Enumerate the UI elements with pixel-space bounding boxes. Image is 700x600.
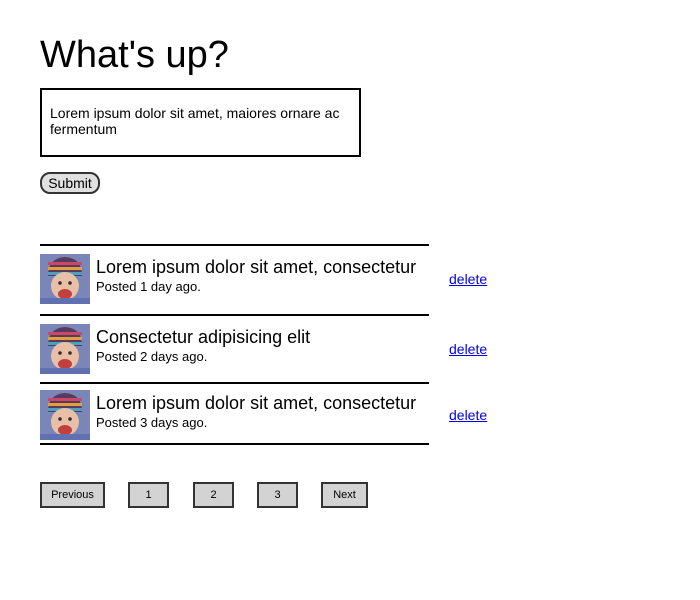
- delete-link[interactable]: delete: [449, 270, 487, 288]
- delete-link[interactable]: delete: [449, 340, 487, 358]
- post-timestamp: Posted 2 days ago.: [96, 349, 208, 364]
- previous-page-button[interactable]: Previous: [40, 482, 105, 508]
- post-timestamp: Posted 3 days ago.: [96, 415, 208, 430]
- submit-button[interactable]: Submit: [40, 172, 100, 194]
- delete-link[interactable]: delete: [449, 406, 487, 424]
- list-item: Lorem ipsum dolor sit amet, consectetur …: [40, 254, 500, 304]
- post-title: Lorem ipsum dolor sit amet, consectetur: [96, 257, 417, 277]
- page-title: What's up?: [40, 34, 229, 76]
- divider: [40, 314, 429, 316]
- post-timestamp: Posted 1 day ago.: [96, 279, 201, 294]
- page-1-button[interactable]: 1: [128, 482, 169, 508]
- avatar: [40, 324, 90, 374]
- divider: [40, 443, 429, 445]
- divider: [40, 244, 429, 246]
- next-page-button[interactable]: Next: [321, 482, 368, 508]
- post-title: Consectetur adipisicing elit: [96, 327, 311, 347]
- avatar: [40, 390, 90, 440]
- page-3-button[interactable]: 3: [257, 482, 298, 508]
- page-2-button[interactable]: 2: [193, 482, 234, 508]
- page: What's up? Submit Lorem ipsum dolor sit …: [0, 0, 700, 600]
- list-item: Consectetur adipisicing elit Posted 2 da…: [40, 324, 500, 374]
- status-input[interactable]: [40, 88, 361, 157]
- avatar: [40, 254, 90, 304]
- divider: [40, 382, 429, 384]
- list-item: Lorem ipsum dolor sit amet, consectetur …: [40, 390, 500, 440]
- post-title: Lorem ipsum dolor sit amet, consectetur: [96, 393, 417, 413]
